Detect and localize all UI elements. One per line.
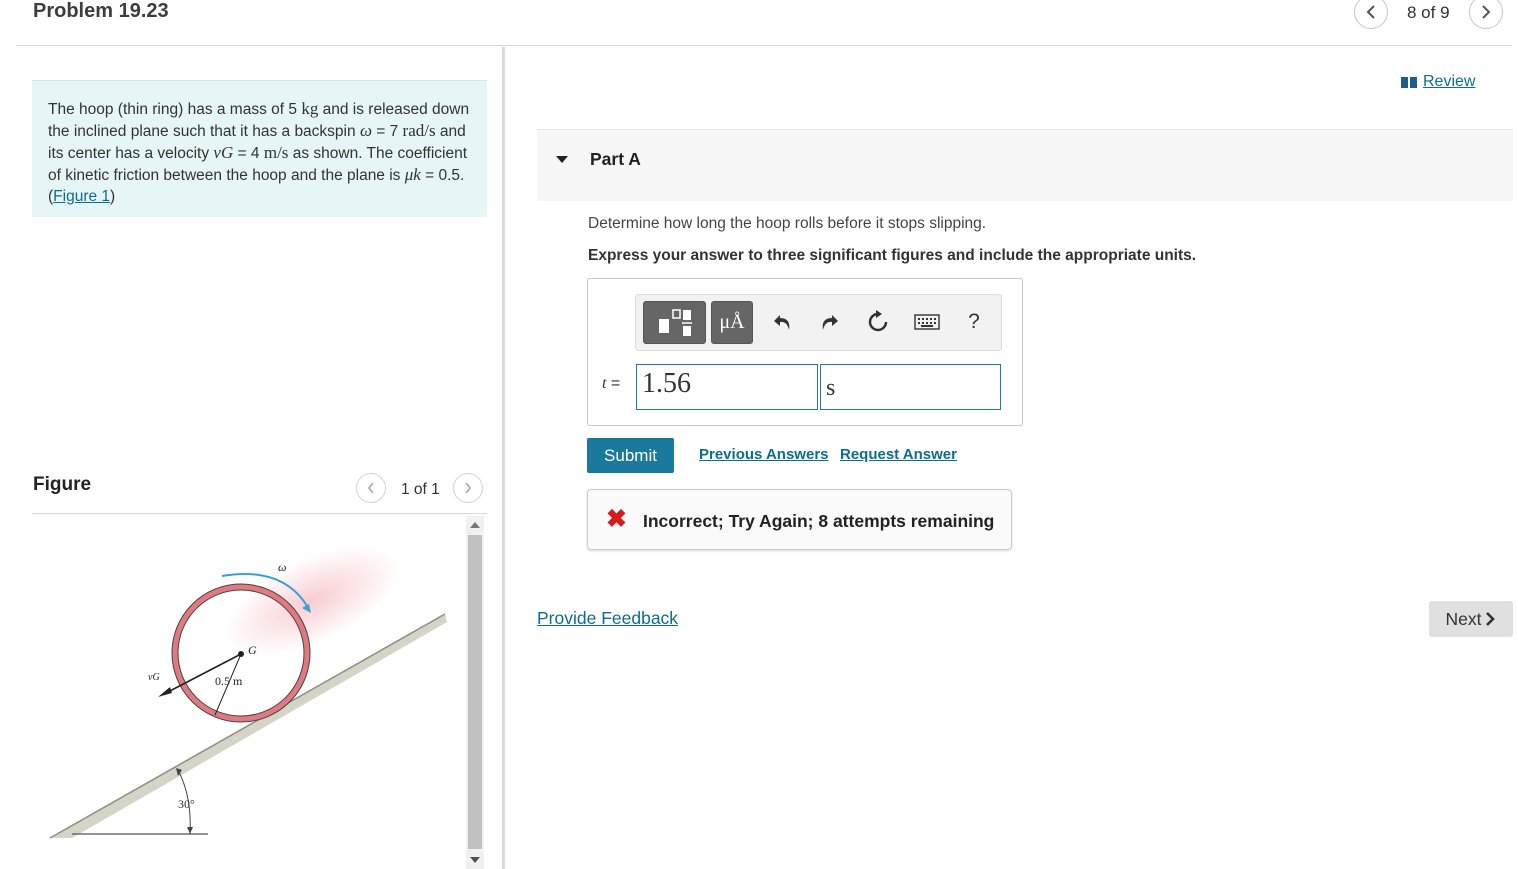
figure-pager: 1 of 1 (401, 481, 440, 498)
chevron-right-icon (1486, 612, 1496, 626)
figure-image: 30° G 0.5 m vG ω (32, 516, 462, 869)
hoop-incline-diagram: 30° G 0.5 m vG ω (49, 545, 447, 839)
templates-icon (658, 308, 692, 336)
units-icon: μÅ (719, 311, 745, 333)
scroll-up-icon[interactable] (470, 522, 480, 528)
answer-box: μÅ ? t = 1.56 s (587, 278, 1023, 426)
reset-button[interactable] (863, 307, 893, 337)
part-a-header[interactable]: Part A (537, 129, 1513, 201)
keyboard-button[interactable] (912, 307, 942, 337)
vg-label: vG (148, 672, 160, 683)
variable-label: t = (602, 375, 620, 393)
part-title: Part A (590, 149, 641, 169)
value-input[interactable]: 1.56 (636, 364, 818, 410)
help-icon: ? (968, 310, 980, 333)
next-figure-button[interactable] (453, 473, 483, 503)
unit-input[interactable]: s (820, 364, 1001, 410)
answer-instruction: Express your answer to three significant… (588, 247, 1197, 264)
prev-figure-button[interactable] (356, 473, 386, 503)
chevron-right-icon (465, 482, 472, 494)
math-toolbar: μÅ ? (635, 294, 1002, 351)
problem-text: = 4 (233, 145, 264, 162)
figure-link[interactable]: Figure 1 (53, 188, 110, 205)
feedback-message-box: ✖ Incorrect; Try Again; 8 attempts remai… (587, 489, 1012, 550)
redo-icon (822, 315, 838, 330)
undo-icon (774, 315, 790, 330)
book-icon (1401, 76, 1417, 88)
next-label: Next (1445, 608, 1482, 629)
angle-label: 30° (178, 797, 195, 811)
problem-text: ) (110, 188, 116, 205)
reset-icon (868, 310, 888, 332)
chevron-left-icon (1366, 5, 1375, 19)
problem-text: The hoop (thin ring) has a mass of 5 (48, 101, 302, 118)
mu-symbol: μk (404, 165, 421, 184)
radius-label: 0.5 m (215, 674, 243, 688)
units-button[interactable]: μÅ (711, 301, 753, 344)
scroll-thumb[interactable] (468, 535, 482, 849)
g-label: G (248, 643, 257, 657)
help-button[interactable]: ? (959, 307, 989, 337)
x-icon: ✖ (606, 505, 627, 533)
unit-rad-s: rad/s (402, 121, 436, 140)
vg-symbol: vG (213, 143, 234, 162)
scroll-down-icon[interactable] (470, 857, 480, 863)
question-text: Determine how long the hoop rolls before… (588, 215, 987, 232)
undo-button[interactable] (768, 307, 798, 337)
page-title: Problem 19.23 (33, 0, 169, 22)
review-link[interactable]: Review (1401, 73, 1475, 91)
keyboard-icon (914, 314, 940, 330)
request-answer-link[interactable]: Request Answer (840, 446, 957, 463)
omega-symbol: ω (359, 121, 372, 140)
problem-statement: The hoop (thin ring) has a mass of 5 kg … (32, 80, 487, 217)
problem-text: = 7 (371, 123, 403, 140)
previous-answers-link[interactable]: Previous Answers (699, 446, 829, 463)
header-divider (16, 45, 1512, 46)
omega-label: ω (278, 560, 286, 574)
next-problem-button[interactable] (1469, 0, 1503, 29)
feedback-message: Incorrect; Try Again; 8 attempts remaini… (643, 511, 995, 531)
templates-button[interactable] (643, 301, 706, 344)
review-label: Review (1423, 73, 1476, 90)
unit-m-s: m/s (263, 143, 289, 162)
provide-feedback-link[interactable]: Provide Feedback (537, 608, 678, 629)
collapse-triangle-icon[interactable] (556, 156, 568, 163)
prev-problem-button[interactable] (1354, 0, 1388, 29)
chevron-right-icon (1482, 5, 1491, 19)
figure-label: Figure (33, 474, 92, 495)
problem-pager: 8 of 9 (1407, 3, 1450, 22)
equals-sign: = (606, 375, 621, 392)
next-button[interactable]: Next (1429, 601, 1513, 637)
unit-kg: kg (301, 99, 319, 118)
figure-header: Figure 1 of 1 (32, 470, 487, 514)
figure-scrollbar[interactable] (466, 516, 484, 869)
pane-splitter[interactable] (502, 47, 505, 869)
submit-button[interactable]: Submit (587, 438, 674, 473)
header: Problem 19.23 8 of 9 (0, 0, 1518, 47)
chevron-left-icon (367, 482, 374, 494)
redo-button[interactable] (814, 307, 844, 337)
